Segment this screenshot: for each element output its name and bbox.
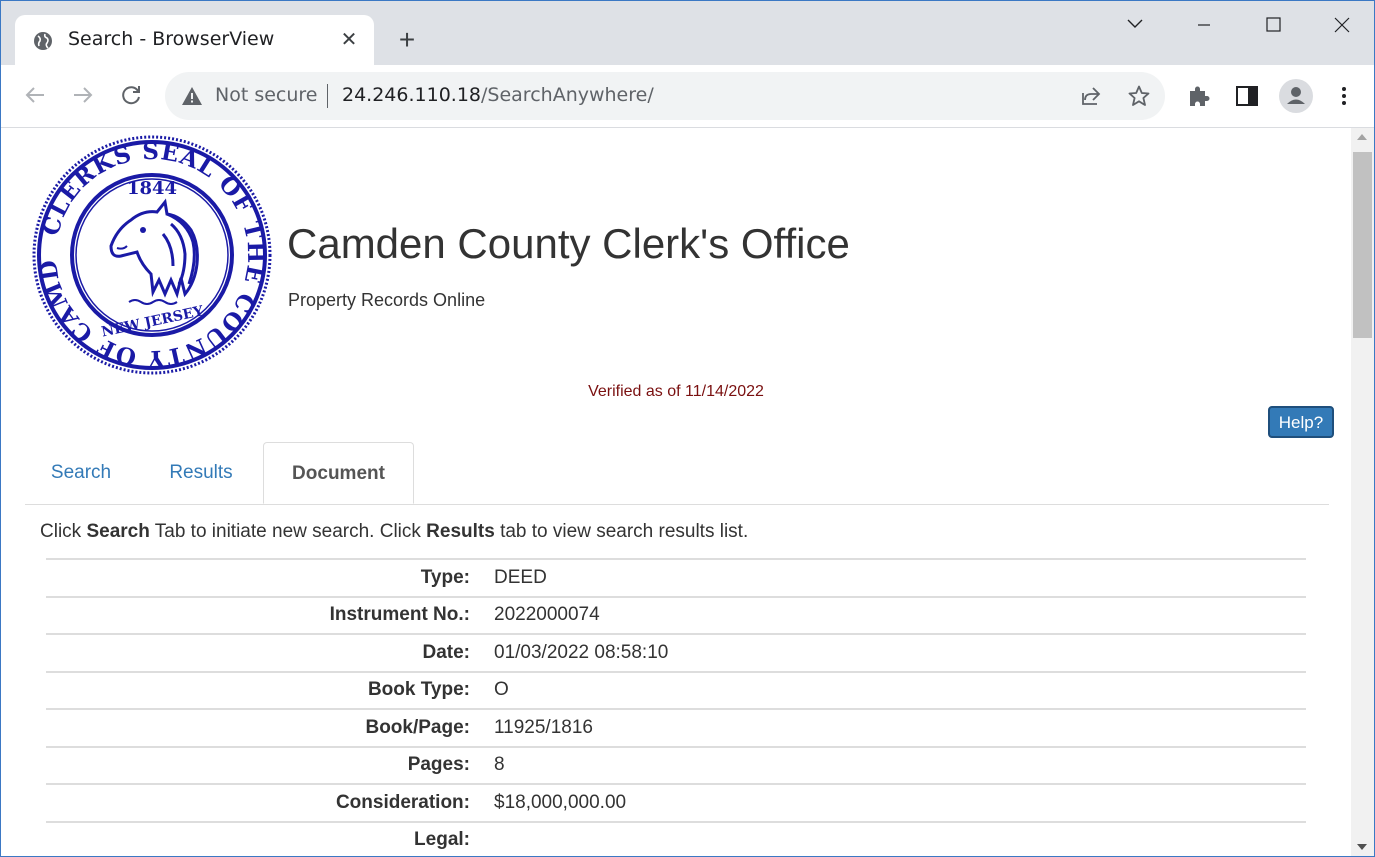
- table-row: Date: 01/03/2022 08:58:10: [46, 633, 1306, 672]
- table-row: Consideration: $18,000,000.00: [46, 783, 1306, 822]
- tab-document[interactable]: Document: [263, 442, 414, 504]
- row-value: 01/03/2022 08:58:10: [494, 633, 1306, 672]
- profile-icon: [1287, 87, 1305, 104]
- tab-results[interactable]: Results: [145, 442, 257, 504]
- content-tabs: Search Results Document: [25, 442, 1329, 505]
- vertical-scrollbar[interactable]: [1351, 128, 1374, 856]
- row-label: Date:: [46, 633, 494, 672]
- table-row: Legal:: [46, 820, 1306, 856]
- row-label: Pages:: [46, 745, 494, 784]
- browser-window: Search - BrowserView ✕ + Not secure 24.2…: [0, 0, 1375, 857]
- scroll-up-arrow-icon[interactable]: [1357, 134, 1367, 140]
- row-label: Legal:: [46, 820, 494, 856]
- close-tab-icon[interactable]: ✕: [337, 28, 361, 52]
- row-label: Type:: [46, 558, 494, 597]
- url-host: 24.246.110.18: [342, 84, 482, 106]
- maximize-icon[interactable]: [1250, 9, 1296, 41]
- url-path: /SearchAnywhere/: [481, 84, 654, 106]
- row-label: Book Type:: [46, 670, 494, 709]
- scrollbar-thumb[interactable]: [1353, 152, 1372, 338]
- tab-title: Search - BrowserView: [68, 28, 275, 50]
- browser-toolbar: Not secure 24.246.110.18/SearchAnywhere/: [1, 65, 1374, 128]
- table-row: Type: DEED: [46, 558, 1306, 597]
- county-seal-logo: CLERKS SEAL OF THE COUNTY OF CAMDEN 1844…: [31, 134, 272, 375]
- scroll-down-arrow-icon[interactable]: [1357, 844, 1367, 850]
- instruction-part: Tab to initiate new search. Click: [149, 521, 427, 542]
- tab-strip: Search - BrowserView ✕ +: [1, 1, 1374, 65]
- table-row: Book/Page: 11925/1816: [46, 708, 1306, 747]
- row-value: 2022000074: [494, 595, 1306, 634]
- row-value: $18,000,000.00: [494, 783, 1306, 822]
- seal-year: 1844: [127, 178, 177, 199]
- close-window-icon[interactable]: [1319, 9, 1365, 41]
- row-label: Consideration:: [46, 783, 494, 822]
- row-value: 8: [494, 745, 1306, 784]
- reload-icon[interactable]: [115, 79, 147, 111]
- table-row: Pages: 8: [46, 745, 1306, 784]
- instruction-part: Click: [40, 521, 87, 542]
- verified-date: Verified as of 11/14/2022: [588, 383, 764, 400]
- globe-icon: [34, 32, 52, 50]
- instruction-part: tab to view search results list.: [494, 521, 749, 542]
- forward-icon[interactable]: [67, 79, 99, 111]
- row-label: Instrument No.:: [46, 595, 494, 634]
- security-label[interactable]: Not secure: [215, 84, 318, 106]
- warning-icon[interactable]: [181, 86, 203, 106]
- instruction-search-keyword: Search: [86, 521, 150, 542]
- page-subtitle: Property Records Online: [288, 290, 486, 310]
- browser-tab[interactable]: Search - BrowserView ✕: [15, 15, 374, 65]
- instruction-text: Click Search Tab to initiate new search.…: [40, 521, 748, 543]
- side-panel-icon[interactable]: [1234, 83, 1260, 109]
- row-value: DEED: [494, 558, 1306, 597]
- help-button[interactable]: Help?: [1268, 406, 1334, 438]
- row-value: O: [494, 670, 1306, 709]
- page-title: Camden County Clerk's Office: [287, 220, 850, 267]
- tab-search[interactable]: Search: [25, 442, 137, 504]
- table-row: Book Type: O: [46, 670, 1306, 709]
- minimize-icon[interactable]: [1181, 9, 1227, 41]
- table-row: Instrument No.: 2022000074: [46, 595, 1306, 634]
- new-tab-button[interactable]: +: [391, 25, 423, 57]
- omnibox-separator: [327, 84, 328, 108]
- back-icon[interactable]: [19, 79, 51, 111]
- share-icon[interactable]: [1079, 84, 1103, 108]
- url-text[interactable]: 24.246.110.18/SearchAnywhere/: [342, 84, 654, 106]
- document-details-table: Type: DEED Instrument No.: 2022000074 Date…: [46, 558, 1306, 856]
- bookmark-star-icon[interactable]: [1127, 84, 1151, 108]
- extensions-puzzle-icon[interactable]: [1186, 83, 1212, 109]
- menu-kebab-icon[interactable]: [1331, 83, 1357, 109]
- row-value: 11925/1816: [494, 708, 1306, 747]
- page-content: CLERKS SEAL OF THE COUNTY OF CAMDEN 1844…: [1, 128, 1351, 856]
- instruction-results-keyword: Results: [426, 521, 495, 542]
- address-bar[interactable]: Not secure 24.246.110.18/SearchAnywhere/: [165, 72, 1165, 120]
- profile-avatar[interactable]: [1279, 79, 1313, 113]
- row-value: [494, 820, 1306, 856]
- tab-search-chevron-icon[interactable]: [1112, 9, 1158, 41]
- row-label: Book/Page:: [46, 708, 494, 747]
